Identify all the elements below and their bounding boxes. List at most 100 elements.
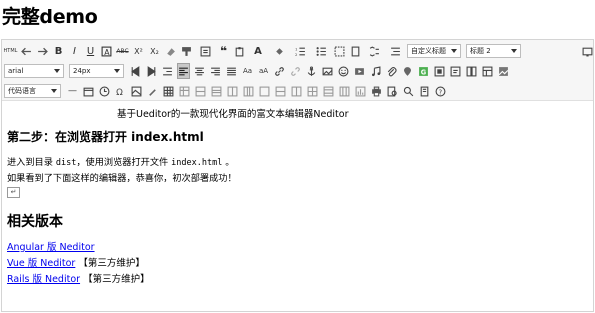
mergedown-button[interactable] bbox=[290, 83, 303, 99]
undo-button[interactable] bbox=[20, 43, 33, 59]
insertcol-button[interactable] bbox=[226, 83, 239, 99]
source-html-button[interactable]: HTML bbox=[4, 43, 18, 59]
broken-image-placeholder[interactable]: ↵ bbox=[7, 187, 20, 198]
charts-button[interactable] bbox=[354, 83, 367, 99]
mergeright-button[interactable] bbox=[274, 83, 287, 99]
indent-icon bbox=[163, 67, 172, 75]
justifyright-button[interactable] bbox=[209, 63, 222, 79]
map-button[interactable] bbox=[401, 63, 414, 79]
strikethrough-button[interactable]: ABC bbox=[116, 43, 129, 59]
blockquote-button[interactable]: ❝ bbox=[217, 43, 230, 59]
link-button[interactable] bbox=[273, 63, 286, 79]
vue-version-link[interactable]: Vue 版 Neditor bbox=[7, 258, 75, 269]
justifyleft-button[interactable] bbox=[177, 63, 190, 79]
fullscreen-button[interactable] bbox=[581, 43, 594, 59]
background-button[interactable] bbox=[497, 63, 510, 79]
date-button[interactable] bbox=[82, 83, 95, 99]
tolowercase-button[interactable]: aA bbox=[257, 63, 270, 79]
indent-button[interactable] bbox=[161, 63, 174, 79]
align-right-icon bbox=[211, 67, 220, 75]
emotion-icon bbox=[338, 66, 349, 76]
directionltr-button[interactable] bbox=[129, 63, 142, 79]
code-dist: dist bbox=[55, 158, 77, 168]
print-button[interactable] bbox=[370, 83, 383, 99]
unlink-button[interactable] bbox=[289, 63, 302, 79]
autotypeset-button[interactable] bbox=[196, 43, 214, 59]
map-pin-icon bbox=[403, 66, 412, 76]
directionrtl-button[interactable] bbox=[145, 63, 158, 79]
preview-button[interactable] bbox=[386, 83, 399, 99]
rails-version-link[interactable]: Rails 版 Neditor bbox=[7, 274, 80, 285]
svg-text:1: 1 bbox=[295, 46, 298, 51]
rich-text-editor[interactable]: HTML B I U A ABC X² X₂ ❝ A 12 自定义标题 标题 2 bbox=[1, 39, 594, 312]
version-link-item: Angular 版 Neditor bbox=[7, 239, 95, 253]
forecolor-button[interactable]: A bbox=[249, 43, 267, 59]
paint-brush-icon bbox=[182, 46, 191, 56]
insertvideo-button[interactable] bbox=[353, 63, 366, 79]
font-family-select[interactable]: arial bbox=[4, 64, 64, 78]
fontborder-button[interactable]: A bbox=[100, 43, 113, 59]
insertframe-button[interactable] bbox=[433, 63, 446, 79]
code-language-select[interactable]: 代码语言 bbox=[4, 84, 61, 98]
horizontal-rule-button[interactable]: — bbox=[66, 83, 79, 99]
anchor-button[interactable] bbox=[305, 63, 318, 79]
touppercase-button[interactable]: Aa bbox=[241, 63, 254, 79]
insertrow-button[interactable] bbox=[194, 83, 207, 99]
delete-row-icon bbox=[211, 86, 222, 96]
splittorows-button[interactable] bbox=[322, 83, 335, 99]
align-center-icon bbox=[195, 67, 204, 75]
pasteplain-button[interactable] bbox=[233, 43, 246, 59]
spechars-button[interactable]: Ω bbox=[114, 83, 127, 99]
scrawl-button[interactable] bbox=[146, 83, 159, 99]
selectall-button[interactable] bbox=[333, 43, 346, 59]
deletetable-button[interactable] bbox=[178, 83, 191, 99]
redo-button[interactable] bbox=[36, 43, 49, 59]
editor-content[interactable]: 基于Ueditor的一款现代化界面的富文本编辑器Neditor 第二步：在浏览器… bbox=[2, 101, 593, 311]
emotion-button[interactable] bbox=[337, 63, 350, 79]
mergecells-button[interactable] bbox=[258, 83, 271, 99]
drafts-button[interactable] bbox=[418, 83, 431, 99]
font-size-select[interactable]: 24px bbox=[69, 64, 124, 78]
music-button[interactable] bbox=[369, 63, 382, 79]
subscript-button[interactable]: X₂ bbox=[148, 43, 161, 59]
unorderedlist-button[interactable] bbox=[312, 43, 330, 59]
formatmatch-button[interactable] bbox=[180, 43, 193, 59]
italic-button[interactable]: I bbox=[68, 43, 81, 59]
split-cols-icon bbox=[339, 86, 350, 96]
search-icon bbox=[403, 86, 414, 96]
underline-button[interactable]: U bbox=[84, 43, 97, 59]
template-button[interactable] bbox=[481, 63, 494, 79]
insertcode-button[interactable] bbox=[449, 63, 462, 79]
orderedlist-button[interactable]: 12 bbox=[291, 43, 309, 59]
svg-text:?: ? bbox=[439, 88, 443, 96]
chevron-down-icon bbox=[51, 89, 57, 93]
searchreplace-button[interactable] bbox=[402, 83, 415, 99]
superscript-button[interactable]: X² bbox=[132, 43, 145, 59]
justifycenter-button[interactable] bbox=[193, 63, 206, 79]
splittocells-button[interactable] bbox=[306, 83, 319, 99]
help-button[interactable]: ? bbox=[434, 83, 447, 99]
backcolor-button[interactable] bbox=[270, 43, 288, 59]
custom-style-select[interactable]: 自定义标题 bbox=[407, 44, 461, 58]
removeformat-button[interactable] bbox=[164, 43, 177, 59]
rowspacing-button[interactable] bbox=[386, 43, 404, 59]
cleardoc-button[interactable] bbox=[349, 43, 362, 59]
delete-table-icon bbox=[179, 86, 190, 96]
justifyjustify-button[interactable] bbox=[225, 63, 238, 79]
help-icon: ? bbox=[435, 86, 446, 96]
attachment-button[interactable] bbox=[385, 63, 398, 79]
gmap-button[interactable]: G bbox=[417, 63, 430, 79]
bold-button[interactable]: B bbox=[52, 43, 65, 59]
angular-version-link[interactable]: Angular 版 Neditor bbox=[7, 242, 95, 253]
pagebreak-button[interactable] bbox=[465, 63, 478, 79]
splittocols-button[interactable] bbox=[338, 83, 351, 99]
paragraph-select[interactable]: 标题 2 bbox=[466, 44, 521, 58]
lineheight-button[interactable] bbox=[365, 43, 383, 59]
deleterow-button[interactable] bbox=[210, 83, 223, 99]
inserttable-button[interactable] bbox=[162, 83, 175, 99]
wordimage-button[interactable] bbox=[130, 83, 143, 99]
deletecol-button[interactable] bbox=[242, 83, 255, 99]
image-button[interactable] bbox=[321, 63, 334, 79]
time-button[interactable] bbox=[98, 83, 111, 99]
link-icon bbox=[275, 66, 284, 76]
